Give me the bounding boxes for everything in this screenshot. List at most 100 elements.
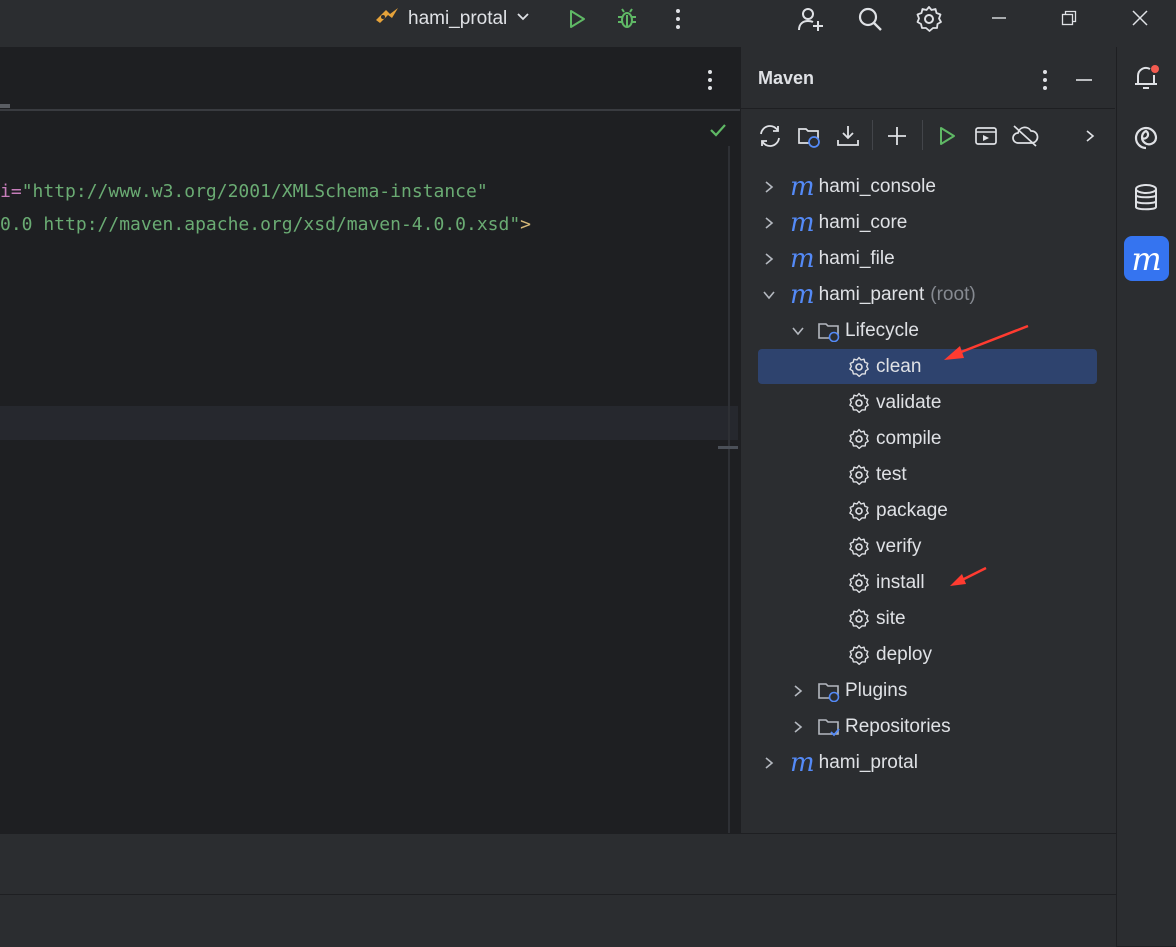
goal-package[interactable]: package xyxy=(848,494,948,528)
gear-icon xyxy=(848,464,870,486)
ai-assistant-icon[interactable] xyxy=(1130,122,1162,154)
tree-item-hami-core[interactable]: m hami_core xyxy=(762,206,907,240)
chevron-right-icon[interactable] xyxy=(791,720,805,734)
notifications-icon[interactable] xyxy=(1130,62,1162,94)
restore-icon[interactable] xyxy=(1055,5,1083,31)
generate-sources-icon[interactable] xyxy=(795,122,823,150)
goal-deploy[interactable]: deploy xyxy=(848,638,932,672)
goal-site[interactable]: site xyxy=(848,602,906,636)
tree-item-hami-protal[interactable]: m hami_protal xyxy=(762,746,918,780)
tree-item-label: Repositories xyxy=(845,716,951,737)
chevron-down-icon[interactable] xyxy=(762,288,776,302)
goal-compile[interactable]: compile xyxy=(848,422,941,456)
editor-scrollbar[interactable] xyxy=(728,146,730,833)
check-icon xyxy=(706,118,730,142)
annotation-arrow xyxy=(950,566,987,586)
tree-item-label: hami_protal xyxy=(818,752,918,773)
maven-module-icon: m xyxy=(790,208,815,238)
goal-label: verify xyxy=(876,536,922,557)
more-icon[interactable] xyxy=(665,5,691,33)
run-icon[interactable] xyxy=(563,5,591,33)
execute-goal-icon[interactable] xyxy=(972,122,1000,150)
chevron-right-icon[interactable] xyxy=(791,684,805,698)
gear-icon xyxy=(848,572,870,594)
add-icon[interactable] xyxy=(883,122,911,150)
debug-icon[interactable] xyxy=(613,5,641,33)
code-attr: i= xyxy=(0,181,22,202)
bottom-tool-panel xyxy=(0,833,1116,895)
expand-icon[interactable] xyxy=(1078,122,1102,150)
run-config-label: hami_protal xyxy=(408,8,508,29)
chevron-right-icon[interactable] xyxy=(762,216,776,230)
scrollbar-marker xyxy=(718,446,738,449)
hide-panel-icon[interactable] xyxy=(1071,66,1097,94)
tree-item-hami-console[interactable]: m hami_console xyxy=(762,170,936,204)
maven-tool-icon[interactable]: m xyxy=(1124,236,1169,281)
goal-label: site xyxy=(876,608,906,629)
gear-icon xyxy=(848,356,870,378)
tree-item-label: hami_file xyxy=(818,248,895,269)
goal-label: install xyxy=(876,572,925,593)
close-icon[interactable] xyxy=(1126,5,1154,31)
goal-label: package xyxy=(876,500,948,521)
tree-item-label: hami_parent xyxy=(818,284,925,305)
maven-module-icon: m xyxy=(790,280,815,310)
tree-item-label: hami_console xyxy=(818,176,936,197)
panel-divider xyxy=(740,108,1115,109)
editor-area[interactable] xyxy=(0,47,740,833)
database-icon[interactable] xyxy=(1130,182,1162,214)
code-tag-close: > xyxy=(520,214,532,235)
code-string: "http://www.w3.org/2001/XMLSchema-instan… xyxy=(21,181,488,202)
chevron-right-icon[interactable] xyxy=(762,252,776,266)
root-suffix: (root) xyxy=(930,284,976,305)
download-icon[interactable] xyxy=(834,122,862,150)
run-configuration-selector[interactable]: hami_protal xyxy=(374,6,531,32)
editor-more-icon[interactable] xyxy=(698,66,722,94)
maven-options-icon[interactable] xyxy=(1034,66,1056,94)
chevron-right-icon[interactable] xyxy=(762,756,776,770)
gear-icon xyxy=(848,644,870,666)
chevron-down-icon xyxy=(515,8,531,30)
goal-install[interactable]: install xyxy=(848,566,925,600)
add-user-icon[interactable] xyxy=(795,3,827,35)
minimize-icon[interactable] xyxy=(985,5,1013,31)
tree-item-label: hami_core xyxy=(818,212,908,233)
goal-test[interactable]: test xyxy=(848,458,907,492)
gear-icon xyxy=(848,500,870,522)
tree-item-lifecycle[interactable]: Lifecycle xyxy=(791,314,919,348)
tree-item-repositories[interactable]: Repositories xyxy=(791,710,951,744)
goal-verify[interactable]: verify xyxy=(848,530,921,564)
gear-icon xyxy=(848,608,870,630)
tree-item-hami-file[interactable]: m hami_file xyxy=(762,242,895,276)
tree-item-hami-parent[interactable]: m hami_parent (root) xyxy=(762,278,976,312)
goal-label: clean xyxy=(876,356,922,377)
plugins-folder-icon xyxy=(817,680,841,702)
code-line-2[interactable]: 0.0 http://maven.apache.org/xsd/maven-4.… xyxy=(0,214,531,235)
maven-module-icon: m xyxy=(790,244,815,274)
selected-row-highlight xyxy=(758,349,1097,384)
goal-validate[interactable]: validate xyxy=(848,386,942,420)
tree-item-label: Plugins xyxy=(845,680,908,701)
goal-label: compile xyxy=(876,428,942,449)
maven-panel-title: Maven xyxy=(758,68,815,88)
tree-item-plugins[interactable]: Plugins xyxy=(791,674,907,708)
tree-item-label: Lifecycle xyxy=(845,320,919,341)
run-maven-icon[interactable] xyxy=(933,122,961,150)
offline-icon[interactable] xyxy=(1010,122,1040,150)
goal-label: test xyxy=(876,464,907,485)
code-line-1[interactable]: i="http://www.w3.org/2001/XMLSchema-inst… xyxy=(0,181,488,202)
lifecycle-folder-icon xyxy=(817,320,841,342)
run-config-icon xyxy=(374,6,400,32)
reload-icon[interactable] xyxy=(756,122,784,150)
chevron-down-icon[interactable] xyxy=(791,324,805,338)
chevron-right-icon[interactable] xyxy=(762,180,776,194)
goal-label: deploy xyxy=(876,644,932,665)
gear-icon xyxy=(848,428,870,450)
code-string: 0.0 http://maven.apache.org/xsd/maven-4.… xyxy=(0,214,521,235)
maven-module-icon: m xyxy=(790,172,815,202)
search-icon[interactable] xyxy=(854,3,886,35)
settings-icon[interactable] xyxy=(913,3,945,35)
goal-clean[interactable]: clean xyxy=(848,350,921,384)
active-tab-indicator xyxy=(0,104,10,108)
gear-icon xyxy=(848,392,870,414)
